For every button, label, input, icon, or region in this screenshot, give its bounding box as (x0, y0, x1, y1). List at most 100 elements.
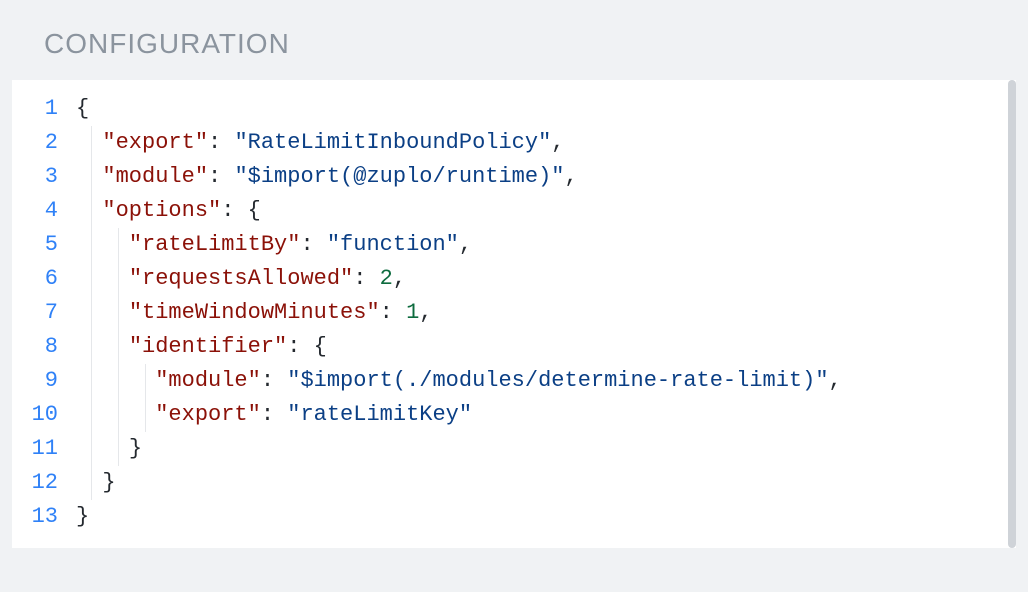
line-number: 9 (28, 364, 58, 398)
indent-guide (91, 398, 92, 432)
line-number-gutter: 12345678910111213 (12, 92, 76, 534)
indent-guide (118, 262, 119, 296)
indent-guide (91, 160, 92, 194)
token-punct: : (300, 232, 326, 257)
code-line[interactable]: } (76, 466, 1016, 500)
token-plain (76, 130, 102, 155)
code-line[interactable]: "identifier": { (76, 330, 1016, 364)
token-plain (76, 266, 129, 291)
line-number: 13 (28, 500, 58, 534)
code-editor[interactable]: 12345678910111213 { "export": "RateLimit… (12, 80, 1016, 548)
token-str: "function" (327, 232, 459, 257)
section-title: CONFIGURATION (44, 28, 984, 60)
line-number: 3 (28, 160, 58, 194)
token-key: "export" (102, 130, 208, 155)
indent-guide (91, 262, 92, 296)
token-key: "options" (102, 198, 221, 223)
code-line[interactable]: { (76, 92, 1016, 126)
indent-guide (118, 364, 119, 398)
token-key: "requestsAllowed" (129, 266, 353, 291)
line-number: 6 (28, 262, 58, 296)
line-number: 5 (28, 228, 58, 262)
line-number: 12 (28, 466, 58, 500)
indent-guide (91, 364, 92, 398)
token-brace: } (102, 470, 115, 495)
token-key: "module" (155, 368, 261, 393)
config-header: CONFIGURATION (0, 0, 1028, 80)
code-line[interactable]: "options": { (76, 194, 1016, 228)
token-punct: : (380, 300, 406, 325)
token-str: "RateLimitInboundPolicy" (234, 130, 551, 155)
code-line[interactable]: "requestsAllowed": 2, (76, 262, 1016, 296)
line-number: 7 (28, 296, 58, 330)
indent-guide (145, 398, 146, 432)
token-str: "rateLimitKey" (287, 402, 472, 427)
indent-guide (118, 296, 119, 330)
token-plain (76, 300, 129, 325)
indent-guide (91, 432, 92, 466)
indent-guide (91, 466, 92, 500)
token-plain (76, 232, 129, 257)
indent-guide (145, 364, 146, 398)
token-key: "rateLimitBy" (129, 232, 301, 257)
token-plain (76, 198, 102, 223)
line-number: 10 (28, 398, 58, 432)
token-punct: , (393, 266, 406, 291)
line-number: 4 (28, 194, 58, 228)
token-punct: : (261, 402, 287, 427)
token-plain (76, 436, 129, 461)
line-number: 1 (28, 92, 58, 126)
code-line[interactable]: "rateLimitBy": "function", (76, 228, 1016, 262)
token-str: "$import(./modules/determine-rate-limit)… (287, 368, 828, 393)
code-line[interactable]: "export": "RateLimitInboundPolicy", (76, 126, 1016, 160)
vertical-scrollbar[interactable] (1008, 80, 1016, 548)
indent-guide (118, 330, 119, 364)
line-number: 11 (28, 432, 58, 466)
code-line[interactable]: } (76, 432, 1016, 466)
token-punct: , (459, 232, 472, 257)
token-plain (76, 368, 155, 393)
indent-guide (118, 432, 119, 466)
token-plain (76, 334, 129, 359)
token-num: 1 (406, 300, 419, 325)
token-plain (76, 402, 155, 427)
token-punct: , (419, 300, 432, 325)
token-key: "identifier" (129, 334, 287, 359)
token-punct: : (208, 130, 234, 155)
token-plain (76, 470, 102, 495)
code-line[interactable]: "module": "$import(@zuplo/runtime)", (76, 160, 1016, 194)
code-line[interactable]: "export": "rateLimitKey" (76, 398, 1016, 432)
token-punct: : (208, 164, 234, 189)
indent-guide (91, 194, 92, 228)
indent-guide (118, 398, 119, 432)
token-str: "$import(@zuplo/runtime)" (234, 164, 564, 189)
indent-guide (91, 330, 92, 364)
indent-guide (91, 126, 92, 160)
token-punct: : (287, 334, 313, 359)
line-number: 8 (28, 330, 58, 364)
token-brace: { (76, 96, 89, 121)
token-key: "module" (102, 164, 208, 189)
code-line[interactable]: } (76, 500, 1016, 534)
token-brace: } (76, 504, 89, 529)
token-brace: } (129, 436, 142, 461)
token-punct: : (353, 266, 379, 291)
token-key: "timeWindowMinutes" (129, 300, 380, 325)
token-key: "export" (155, 402, 261, 427)
token-plain (76, 164, 102, 189)
token-punct: : (221, 198, 247, 223)
indent-guide (91, 296, 92, 330)
line-number: 2 (28, 126, 58, 160)
code-line[interactable]: "module": "$import(./modules/determine-r… (76, 364, 1016, 398)
token-punct: , (829, 368, 842, 393)
token-punct: , (551, 130, 564, 155)
indent-guide (118, 228, 119, 262)
indent-guide (91, 228, 92, 262)
token-punct: , (565, 164, 578, 189)
token-brace: { (314, 334, 327, 359)
token-punct: : (261, 368, 287, 393)
code-area[interactable]: { "export": "RateLimitInboundPolicy", "m… (76, 92, 1016, 534)
token-brace: { (248, 198, 261, 223)
token-num: 2 (380, 266, 393, 291)
code-line[interactable]: "timeWindowMinutes": 1, (76, 296, 1016, 330)
